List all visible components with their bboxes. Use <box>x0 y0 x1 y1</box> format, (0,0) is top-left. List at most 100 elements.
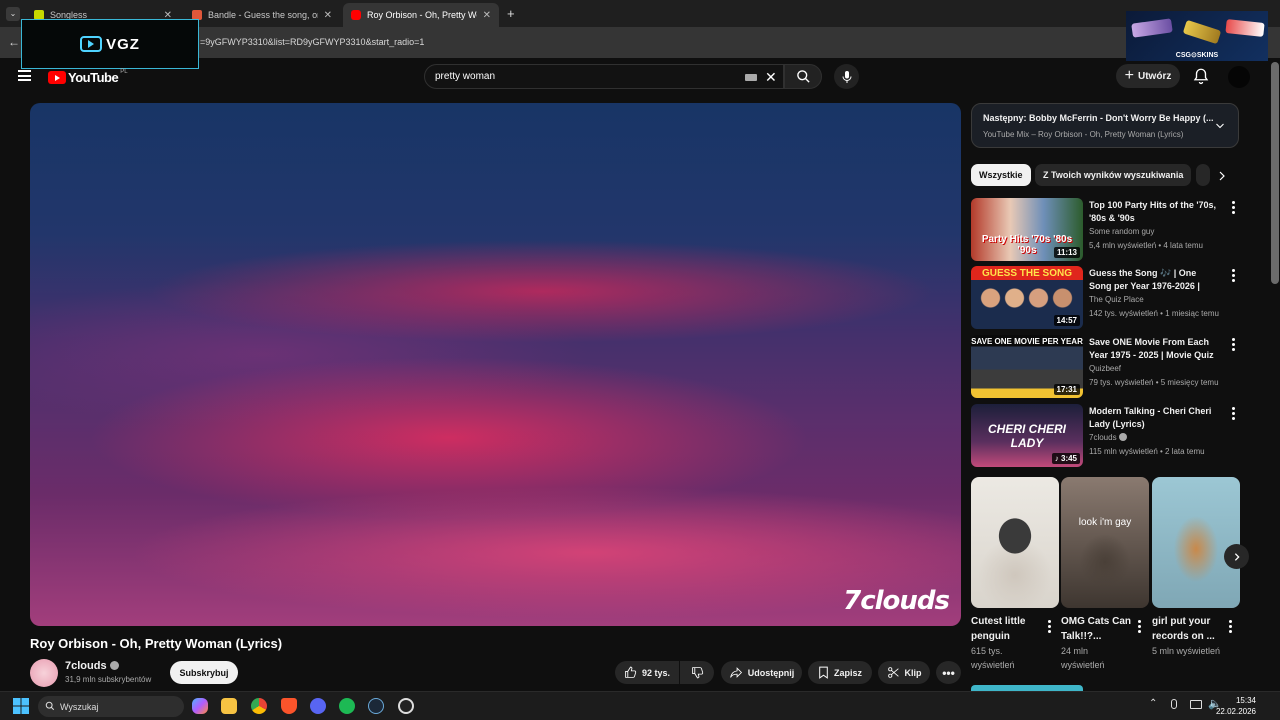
like-count: 92 tys. <box>641 667 671 678</box>
new-tab-button[interactable]: + <box>507 6 515 21</box>
channel-avatar[interactable] <box>30 659 58 687</box>
recommendation-channel[interactable]: Some random guy <box>1089 227 1154 236</box>
close-tab-icon[interactable]: ✕ <box>324 10 332 21</box>
shorts-next-button[interactable] <box>1224 544 1249 569</box>
short-item[interactable]: girl put your records on ... 5 mln wyświ… <box>1152 477 1240 658</box>
obs-icon[interactable] <box>398 698 414 714</box>
steam-icon[interactable] <box>368 698 384 714</box>
chip-partial[interactable] <box>1196 164 1210 186</box>
create-label: Utwórz <box>1138 70 1172 82</box>
tab-title: Roy Orbison - Oh, Pretty Woman (Lyrics) <box>367 10 477 20</box>
back-icon[interactable]: ← <box>8 35 20 49</box>
short-thumbnail[interactable] <box>971 477 1059 608</box>
youtube-logo[interactable]: YouTube PL <box>48 68 128 85</box>
spotify-icon[interactable] <box>339 698 355 714</box>
short-item[interactable]: look i'm gay OMG Cats Can Talk!!?... 24 … <box>1061 477 1149 672</box>
clip-label: Klip <box>904 667 922 678</box>
save-button[interactable]: Zapisz <box>808 661 872 684</box>
display-tray-icon[interactable] <box>1190 700 1202 709</box>
short-thumbnail[interactable]: look i'm gay <box>1061 477 1149 608</box>
rifle-icon <box>1131 18 1173 38</box>
youtube-favicon-icon <box>351 10 361 20</box>
account-avatar[interactable] <box>1228 66 1250 88</box>
microphone-tray-icon[interactable] <box>1171 699 1177 709</box>
windows-start-icon[interactable] <box>13 698 29 714</box>
notifications-bell-icon[interactable] <box>1192 67 1210 85</box>
more-vertical-icon[interactable] <box>1232 338 1236 353</box>
more-vertical-icon[interactable] <box>1229 620 1232 635</box>
more-actions-button[interactable]: ••• <box>936 661 961 684</box>
chip-from-search[interactable]: Z Twoich wyników wyszukiwania <box>1035 164 1192 186</box>
mix-playlist-panel[interactable]: Następny: Bobby McFerrin - Don't Worry B… <box>971 103 1239 148</box>
close-tab-icon[interactable]: ✕ <box>483 10 491 21</box>
recommendation-item[interactable]: SAVE ONE MOVIE PER YEAR 17:31 Save ONE M… <box>971 335 1239 399</box>
video-player[interactable]: 7clouds <box>30 103 961 626</box>
more-vertical-icon[interactable] <box>1232 269 1236 284</box>
clear-search-icon[interactable]: ✕ <box>765 69 777 86</box>
recommendation-channel[interactable]: Quizbeef <box>1089 364 1121 373</box>
browser-tab-youtube[interactable]: Roy Orbison - Oh, Pretty Woman (Lyrics) … <box>343 3 499 27</box>
menu-icon[interactable] <box>18 70 31 81</box>
copilot-icon[interactable] <box>192 698 208 714</box>
chrome-icon[interactable] <box>251 698 267 714</box>
video-thumbnail[interactable]: Party Hits '70s '80s '90s 11:13 <box>971 198 1083 261</box>
channel-name[interactable]: 7clouds <box>65 660 119 672</box>
subscribe-button[interactable]: Subskrybuj <box>170 661 238 684</box>
recommendation-meta: 5,4 mln wyświetleń • 4 lata temu <box>1089 241 1203 250</box>
tab-list-chevron-icon[interactable]: ⌄ <box>6 7 20 21</box>
create-button[interactable]: + Utwórz <box>1116 64 1180 88</box>
search-icon <box>796 70 810 83</box>
chip-all[interactable]: Wszystkie <box>971 164 1031 186</box>
like-button[interactable]: 92 tys. <box>615 661 679 684</box>
dislike-button[interactable] <box>680 661 714 684</box>
duration-badge: ♪ 3:45 <box>1051 453 1080 464</box>
share-button[interactable]: Udostępnij <box>721 661 802 684</box>
brave-icon[interactable] <box>281 698 297 714</box>
video-thumbnail[interactable]: GUESS THE SONG 14:57 <box>971 266 1083 329</box>
clock-date: 22.02.2026 <box>1215 707 1256 716</box>
search-query: pretty woman <box>435 71 496 82</box>
more-vertical-icon[interactable] <box>1138 620 1141 635</box>
channel-label: 7clouds <box>1089 433 1117 442</box>
discord-icon[interactable] <box>310 698 326 714</box>
system-clock[interactable]: 15:34 22.02.2026 <box>1216 695 1256 717</box>
tray-chevron-icon[interactable]: ⌃ <box>1149 698 1157 709</box>
clip-button[interactable]: Klip <box>878 661 930 684</box>
search-input[interactable]: pretty woman ✕ <box>424 64 784 89</box>
chevron-down-icon[interactable] <box>1214 120 1226 132</box>
csg-skins-ad[interactable]: CSG⊙SKINS <box>1126 11 1268 61</box>
short-title: Cutest little penguin <box>971 616 1026 642</box>
keyboard-icon[interactable] <box>745 74 757 81</box>
recommendation-channel[interactable]: The Quiz Place <box>1089 295 1144 304</box>
short-thumbnail[interactable] <box>1152 477 1240 608</box>
more-horizontal-icon: ••• <box>942 665 955 680</box>
video-thumbnail[interactable]: CHERI CHERI LADY ♪ 3:45 <box>971 404 1083 467</box>
taskbar-search-placeholder: Wyszukaj <box>60 701 99 712</box>
vgz-overlay: VGZ <box>21 19 199 69</box>
recommendation-meta: 79 tys. wyświetleń • 5 miesięcy temu <box>1089 378 1219 387</box>
page-scrollbar[interactable] <box>1271 62 1279 284</box>
search-button[interactable] <box>784 64 822 89</box>
csg-brand-label: CSG⊙SKINS <box>1175 52 1219 59</box>
voice-search-button[interactable] <box>834 64 859 89</box>
recommendation-channel[interactable]: 7clouds <box>1089 433 1127 442</box>
recommendation-title: Save ONE Movie From Each Year 1975 - 202… <box>1089 337 1214 360</box>
short-item[interactable]: Cutest little penguin 615 tys. wyświetle… <box>971 477 1059 672</box>
video-title: Roy Orbison - Oh, Pretty Woman (Lyrics) <box>30 636 283 651</box>
taskbar-search[interactable]: Wyszukaj <box>38 696 184 717</box>
recommendation-item[interactable]: Party Hits '70s '80s '90s 11:13 Top 100 … <box>971 198 1239 262</box>
chevron-right-icon <box>1234 552 1240 561</box>
file-explorer-icon[interactable] <box>221 698 237 714</box>
browser-tab-bandle[interactable]: Bandle - Guess the song, one instrument … <box>184 3 340 27</box>
video-thumbnail[interactable]: SAVE ONE MOVIE PER YEAR 17:31 <box>971 335 1083 398</box>
more-vertical-icon[interactable] <box>1232 201 1236 216</box>
more-vertical-icon[interactable] <box>1048 620 1051 635</box>
recommendation-item[interactable]: CHERI CHERI LADY ♪ 3:45 Modern Talking -… <box>971 404 1239 468</box>
knife-icon <box>1182 19 1222 45</box>
more-vertical-icon[interactable] <box>1232 407 1236 422</box>
scissors-icon <box>887 667 899 678</box>
recommendation-item[interactable]: GUESS THE SONG 14:57 Guess the Song 🎶 | … <box>971 266 1239 330</box>
url-text[interactable]: =9yGFWYP3310&list=RD9yGFWYP3310&start_ra… <box>200 37 424 47</box>
country-code: PL <box>120 68 128 75</box>
chevron-right-icon[interactable] <box>1216 170 1228 182</box>
